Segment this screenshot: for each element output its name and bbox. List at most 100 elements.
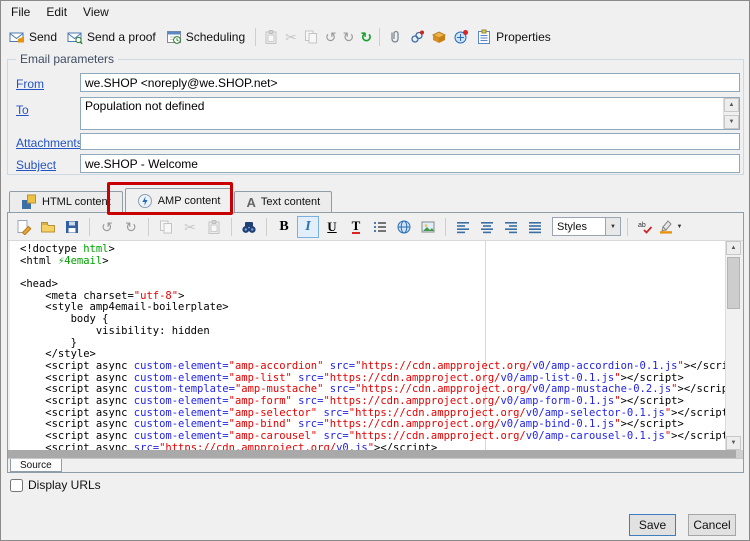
from-link[interactable]: From bbox=[16, 77, 44, 91]
editor-undo-button[interactable]: ↺ bbox=[96, 216, 118, 238]
text-color-button[interactable]: T bbox=[345, 216, 367, 238]
refresh-button[interactable]: ↻ bbox=[357, 28, 375, 46]
scroll-down-icon[interactable]: ▼ bbox=[724, 115, 739, 129]
main-toolbar: Send Send a proof Scheduling ✂ ↺ ↻ ↻ Pro… bbox=[1, 23, 749, 50]
italic-button[interactable]: I bbox=[297, 215, 319, 238]
open-folder-icon bbox=[41, 221, 55, 232]
align-justify-button[interactable] bbox=[524, 216, 546, 238]
editor-vertical-scrollbar[interactable]: ▲ ▼ bbox=[725, 241, 741, 450]
align-center-button[interactable] bbox=[476, 216, 498, 238]
copy-button[interactable] bbox=[300, 27, 322, 47]
email-editor-window: File Edit View Send Send a proof Schedul… bbox=[0, 0, 750, 541]
send-label: Send bbox=[29, 29, 58, 44]
menu-file[interactable]: File bbox=[3, 2, 38, 22]
find-button[interactable] bbox=[238, 216, 260, 238]
toolbar-separator bbox=[379, 27, 381, 46]
copy-icon bbox=[304, 30, 317, 43]
hyperlink-button[interactable] bbox=[393, 216, 415, 238]
binoculars-icon bbox=[242, 221, 256, 233]
scheduling-icon bbox=[166, 30, 181, 44]
menu-view[interactable]: View bbox=[75, 2, 117, 22]
editor-horizontal-scrollbar[interactable] bbox=[8, 450, 743, 458]
link-button[interactable] bbox=[406, 27, 428, 47]
attachments-input[interactable] bbox=[80, 133, 740, 150]
to-link[interactable]: To bbox=[16, 103, 29, 117]
highlight-color-dropdown[interactable]: ▼ bbox=[658, 218, 685, 236]
scroll-up-icon[interactable]: ▲ bbox=[726, 241, 741, 255]
properties-button[interactable]: Properties bbox=[472, 27, 557, 47]
properties-icon bbox=[478, 29, 491, 44]
toolbar-separator bbox=[445, 217, 446, 236]
editor-bottom-tab-strip: Source bbox=[8, 458, 743, 472]
send-proof-button[interactable]: Send a proof bbox=[63, 27, 162, 47]
editor-redo-button[interactable]: ↻ bbox=[120, 216, 142, 238]
align-center-icon bbox=[481, 221, 493, 233]
group-label: Email parameters bbox=[16, 52, 119, 66]
bold-button[interactable]: B bbox=[273, 216, 295, 238]
editor-paste-button[interactable] bbox=[203, 216, 225, 238]
amp-editor-panel: ↺ ↻ ✂ B I U T Styles ▼ ab ▼ <!doctype ht… bbox=[7, 212, 744, 473]
attachment-button[interactable] bbox=[384, 27, 406, 47]
scroll-up-icon[interactable]: ▲ bbox=[724, 98, 739, 112]
align-left-icon bbox=[457, 221, 469, 233]
list-button[interactable] bbox=[369, 216, 391, 238]
editor-copy-button[interactable] bbox=[155, 216, 177, 238]
subject-input[interactable] bbox=[80, 154, 740, 173]
amp-content-icon bbox=[137, 194, 152, 208]
redo-button[interactable]: ↻ bbox=[340, 28, 358, 46]
tab-label: Text content bbox=[260, 196, 321, 208]
align-right-button[interactable] bbox=[500, 216, 522, 238]
from-input[interactable] bbox=[80, 73, 740, 92]
save-editor-button[interactable] bbox=[61, 216, 83, 238]
tab-html-content[interactable]: HTML content bbox=[9, 191, 123, 212]
styles-dropdown[interactable]: Styles ▼ bbox=[552, 217, 621, 236]
toolbar-separator bbox=[266, 217, 267, 236]
scrollbar-thumb[interactable] bbox=[727, 257, 740, 309]
globe-link-icon bbox=[397, 220, 411, 233]
tab-amp-content[interactable]: AMP content bbox=[124, 188, 233, 213]
editor-cut-button[interactable]: ✂ bbox=[179, 216, 201, 238]
cut-button[interactable]: ✂ bbox=[282, 28, 300, 46]
edit-source-button[interactable] bbox=[13, 216, 35, 238]
underline-button[interactable]: U bbox=[321, 216, 343, 238]
tab-text-content[interactable]: A Text content bbox=[234, 191, 333, 212]
undo-button[interactable]: ↺ bbox=[322, 28, 340, 46]
scroll-down-icon[interactable]: ▼ bbox=[726, 436, 741, 450]
align-right-icon bbox=[505, 221, 517, 233]
chevron-down-icon[interactable]: ▼ bbox=[674, 218, 685, 236]
email-parameters-group: Email parameters From To Population not … bbox=[7, 52, 744, 175]
paste-icon bbox=[208, 219, 220, 234]
source-view-tab[interactable]: Source bbox=[10, 459, 62, 472]
send-button[interactable]: Send bbox=[5, 27, 63, 47]
align-left-button[interactable] bbox=[452, 216, 474, 238]
source-code-editor[interactable]: <!doctype html> <html ⚡4email> <head> <me… bbox=[10, 241, 741, 450]
tracking-button[interactable] bbox=[450, 27, 472, 47]
properties-label: Properties bbox=[496, 29, 551, 44]
to-scrollbar[interactable]: ▲ ▼ bbox=[723, 98, 739, 129]
subject-link[interactable]: Subject bbox=[16, 158, 56, 172]
toolbar-separator bbox=[255, 27, 257, 46]
tab-label: HTML content bbox=[42, 196, 111, 208]
menu-edit[interactable]: Edit bbox=[38, 2, 75, 22]
scrollbar-thumb[interactable] bbox=[8, 450, 736, 458]
tab-label: AMP content bbox=[157, 195, 221, 207]
svg-text:ab: ab bbox=[638, 222, 646, 229]
bold-label: B bbox=[279, 218, 289, 234]
insert-image-button[interactable] bbox=[417, 216, 439, 238]
chevron-down-icon[interactable]: ▼ bbox=[606, 217, 621, 236]
link-icon bbox=[411, 30, 425, 43]
attachments-link[interactable]: Attachments bbox=[16, 136, 83, 150]
paste-button[interactable] bbox=[260, 27, 282, 47]
open-button[interactable] bbox=[37, 216, 59, 238]
display-urls-checkbox[interactable] bbox=[10, 478, 23, 492]
save-icon bbox=[66, 220, 78, 233]
underline-label: U bbox=[327, 218, 337, 234]
spellcheck-button[interactable]: ab bbox=[634, 216, 656, 238]
delivery-button[interactable] bbox=[428, 27, 450, 47]
scheduling-button[interactable]: Scheduling bbox=[162, 27, 251, 47]
code-lines[interactable]: <!doctype html> <html ⚡4email> <head> <me… bbox=[10, 243, 741, 450]
to-input[interactable]: Population not defined bbox=[81, 98, 723, 129]
cancel-button[interactable]: Cancel bbox=[688, 514, 736, 536]
save-button[interactable]: Save bbox=[629, 514, 676, 536]
text-content-icon: A bbox=[246, 194, 256, 210]
